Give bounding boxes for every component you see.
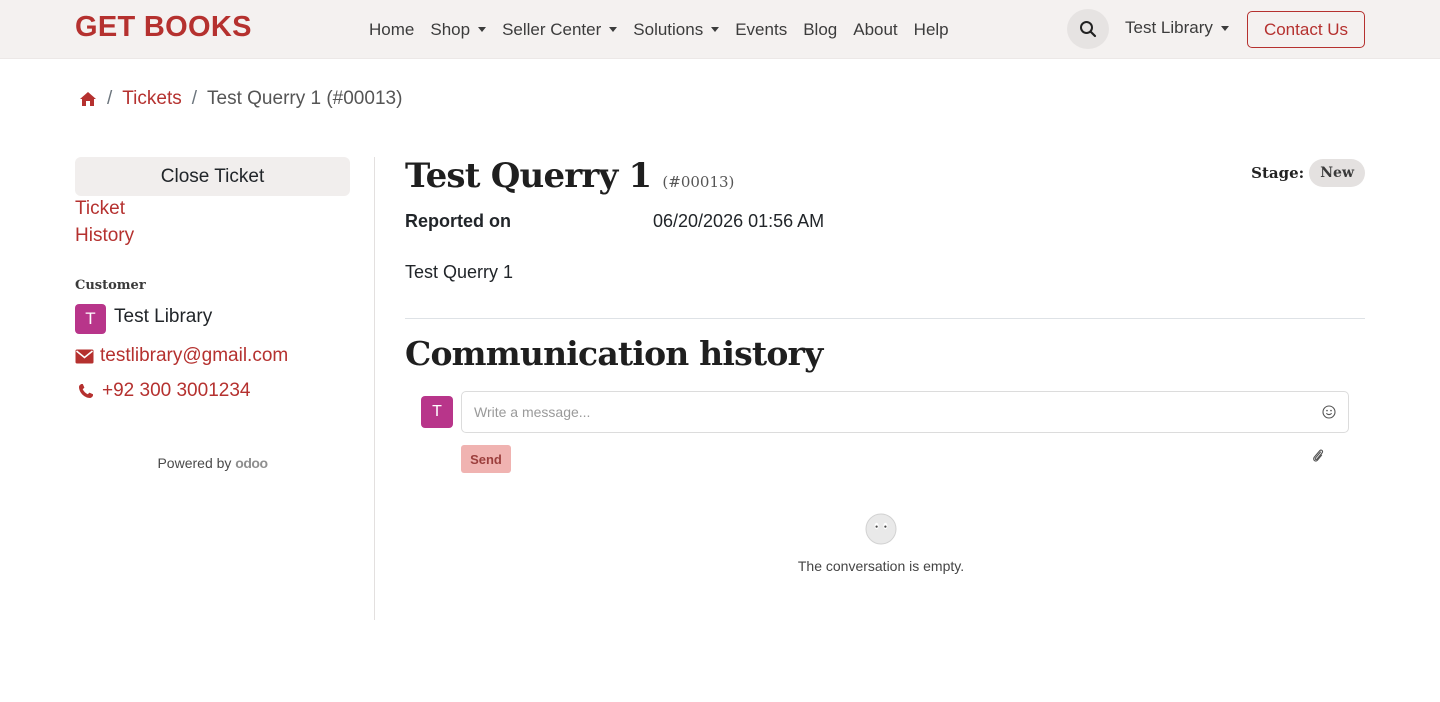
contact-us-button[interactable]: Contact Us bbox=[1247, 11, 1365, 48]
customer-phone-link[interactable]: +92 300 3001234 bbox=[78, 380, 250, 402]
caret-down-icon bbox=[1220, 25, 1229, 31]
breadcrumb: / Tickets / Test Querry 1 (#00013) bbox=[79, 88, 402, 110]
sidebar-divider bbox=[374, 157, 375, 620]
customer-heading: Customer bbox=[75, 278, 146, 293]
nav-item-about[interactable]: About bbox=[845, 20, 905, 40]
powered-by: Powered by odoo bbox=[75, 455, 350, 471]
attach-button[interactable] bbox=[1309, 446, 1327, 466]
search-icon bbox=[1080, 21, 1097, 38]
empty-conversation-icon bbox=[865, 513, 897, 545]
nav-label: Blog bbox=[803, 19, 838, 39]
reported-on-label: Reported on bbox=[405, 211, 511, 231]
nav-item-events[interactable]: Events bbox=[727, 20, 795, 40]
stage-badge: New bbox=[1309, 159, 1365, 187]
customer-name: Test Library bbox=[114, 306, 213, 327]
ticket-stage: Stage: New bbox=[1251, 159, 1365, 187]
customer-avatar: T bbox=[75, 304, 106, 334]
breadcrumb-separator: / bbox=[107, 88, 113, 109]
caret-down-icon bbox=[711, 27, 720, 32]
smiley-icon bbox=[1322, 405, 1336, 419]
breadcrumb-tickets-link[interactable]: Tickets bbox=[122, 88, 181, 110]
phone-icon bbox=[79, 384, 93, 398]
odoo-logo[interactable]: odoo bbox=[235, 455, 268, 471]
brand-logo[interactable]: GET BOOKS bbox=[75, 11, 252, 44]
main-nav: Home Shop Seller Center Solutions Events… bbox=[361, 0, 957, 59]
composer-avatar: T bbox=[421, 396, 453, 428]
nav-label: Seller Center bbox=[502, 19, 602, 39]
communication-history-title: Communication history bbox=[405, 334, 823, 373]
send-button[interactable]: Send bbox=[461, 445, 511, 473]
emoji-button[interactable] bbox=[1319, 402, 1339, 422]
breadcrumb-current: Test Querry 1 (#00013) bbox=[207, 88, 403, 109]
ticket-title: Test Querry 1 (#00013) bbox=[405, 156, 734, 196]
nav-label: Help bbox=[913, 19, 949, 39]
nav-label: About bbox=[853, 19, 898, 39]
powered-by-label: Powered by bbox=[157, 455, 232, 471]
ticket-reference: (#00013) bbox=[662, 173, 735, 191]
paperclip-icon bbox=[1313, 449, 1324, 462]
customer-email-link[interactable]: testlibrary@gmail.com bbox=[75, 345, 288, 367]
nav-label: Events bbox=[735, 19, 788, 39]
ticket-description: Test Querry 1 bbox=[405, 262, 514, 282]
ticket-title-text: Test Querry 1 bbox=[405, 156, 652, 196]
caret-down-icon bbox=[478, 27, 487, 32]
home-icon[interactable] bbox=[79, 91, 97, 107]
empty-conversation-text: The conversation is empty. bbox=[797, 558, 965, 574]
nav-label: Home bbox=[369, 19, 415, 39]
nav-item-blog[interactable]: Blog bbox=[795, 20, 845, 40]
nav-item-home[interactable]: Home bbox=[361, 20, 422, 40]
caret-down-icon bbox=[609, 27, 618, 32]
nav-item-seller-center[interactable]: Seller Center bbox=[494, 20, 625, 40]
section-divider bbox=[405, 318, 1365, 319]
search-button[interactable] bbox=[1067, 9, 1109, 49]
user-menu[interactable]: Test Library bbox=[1125, 18, 1229, 38]
stage-label: Stage: bbox=[1251, 164, 1305, 182]
nav-item-help[interactable]: Help bbox=[906, 20, 957, 40]
sidebar-link-history[interactable]: History bbox=[75, 225, 134, 247]
message-input[interactable] bbox=[461, 391, 1349, 433]
nav-item-solutions[interactable]: Solutions bbox=[625, 20, 727, 40]
user-menu-label: Test Library bbox=[1125, 18, 1213, 37]
sidebar-link-ticket[interactable]: Ticket bbox=[75, 198, 125, 220]
customer-email: testlibrary@gmail.com bbox=[100, 345, 289, 366]
top-navbar: GET BOOKS Home Shop Seller Center Soluti… bbox=[0, 0, 1440, 59]
nav-label: Shop bbox=[430, 19, 471, 39]
nav-item-shop[interactable]: Shop bbox=[422, 20, 494, 40]
reported-on-value: 06/20/2026 01:56 AM bbox=[653, 211, 825, 231]
close-ticket-button[interactable]: Close Ticket bbox=[75, 157, 350, 196]
breadcrumb-separator: / bbox=[191, 88, 198, 109]
nav-label: Solutions bbox=[633, 19, 704, 39]
customer-phone: +92 300 3001234 bbox=[102, 380, 251, 401]
envelope-icon bbox=[75, 349, 94, 363]
